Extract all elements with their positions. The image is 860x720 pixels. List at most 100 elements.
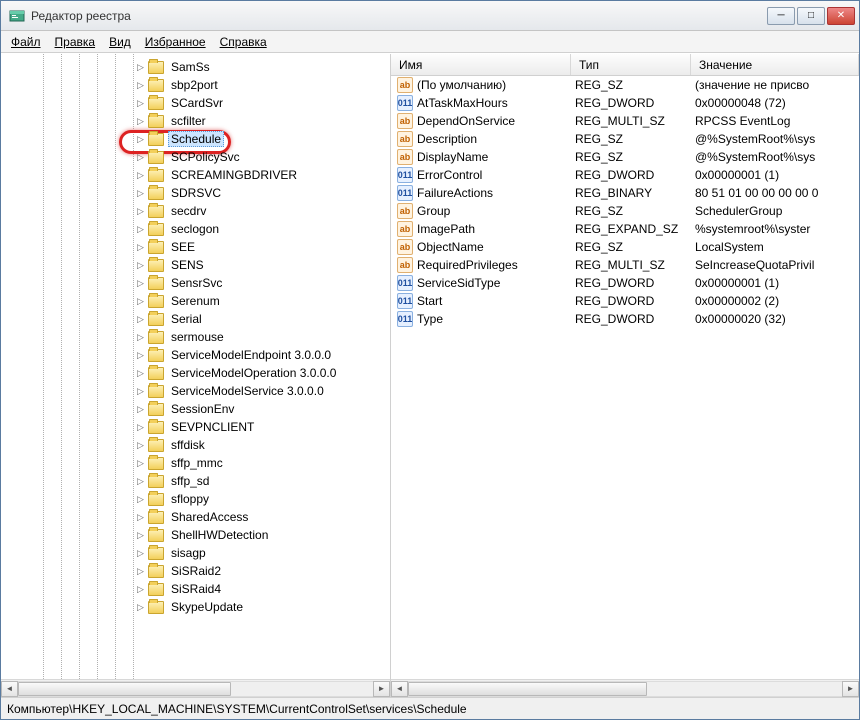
value-row[interactable]: abImagePathREG_EXPAND_SZ%systemroot%\sys…	[391, 220, 859, 238]
tree-item[interactable]: ▷sisagp	[5, 544, 390, 562]
titlebar[interactable]: Редактор реестра ─ □ ✕	[1, 1, 859, 31]
expander-icon[interactable]: ▷	[135, 494, 146, 505]
expander-icon[interactable]: ▷	[135, 332, 146, 343]
tree-item[interactable]: ▷sffp_mmc	[5, 454, 390, 472]
tree-item[interactable]: ▷sffdisk	[5, 436, 390, 454]
expander-icon[interactable]: ▷	[135, 368, 146, 379]
tree-item[interactable]: ▷SharedAccess	[5, 508, 390, 526]
menu-help[interactable]: Справка	[214, 33, 273, 51]
close-button[interactable]: ✕	[827, 7, 855, 25]
value-row[interactable]: 011StartREG_DWORD0x00000002 (2)	[391, 292, 859, 310]
expander-icon[interactable]: ▷	[135, 386, 146, 397]
value-row[interactable]: abObjectNameREG_SZLocalSystem	[391, 238, 859, 256]
tree-item[interactable]: ▷SCPolicySvc	[5, 148, 390, 166]
tree-item[interactable]: ▷SCREAMINGBDRIVER	[5, 166, 390, 184]
expander-icon[interactable]: ▷	[135, 80, 146, 91]
tree-item[interactable]: ▷SEVPNCLIENT	[5, 418, 390, 436]
expander-icon[interactable]: ▷	[135, 224, 146, 235]
menu-favorites[interactable]: Избранное	[139, 33, 212, 51]
tree-item[interactable]: ▷sfloppy	[5, 490, 390, 508]
value-data: SeIncreaseQuotaPrivil	[695, 258, 859, 272]
tree-item[interactable]: ▷Schedule	[5, 130, 390, 148]
expander-icon[interactable]: ▷	[135, 548, 146, 559]
scroll-track[interactable]	[18, 681, 373, 697]
expander-icon[interactable]: ▷	[135, 530, 146, 541]
value-row[interactable]: abGroupREG_SZSchedulerGroup	[391, 202, 859, 220]
tree-item[interactable]: ▷sbp2port	[5, 76, 390, 94]
menu-file[interactable]: Файл	[5, 33, 47, 51]
tree-item[interactable]: ▷SENS	[5, 256, 390, 274]
value-row[interactable]: abDisplayNameREG_SZ@%SystemRoot%\sys	[391, 148, 859, 166]
values-list[interactable]: ab(По умолчанию)REG_SZ(значение не присв…	[391, 76, 859, 679]
expander-icon[interactable]: ▷	[135, 260, 146, 271]
expander-icon[interactable]: ▷	[135, 566, 146, 577]
tree-hscrollbar[interactable]: ◄ ►	[1, 679, 390, 697]
minimize-button[interactable]: ─	[767, 7, 795, 25]
tree-item[interactable]: ▷ServiceModelEndpoint 3.0.0.0	[5, 346, 390, 364]
maximize-button[interactable]: □	[797, 7, 825, 25]
scroll-left-button[interactable]: ◄	[391, 681, 408, 697]
expander-icon[interactable]: ▷	[135, 170, 146, 181]
expander-icon[interactable]: ▷	[135, 152, 146, 163]
expander-icon[interactable]: ▷	[135, 62, 146, 73]
tree-item[interactable]: ▷SEE	[5, 238, 390, 256]
expander-icon[interactable]: ▷	[135, 602, 146, 613]
expander-icon[interactable]: ▷	[135, 512, 146, 523]
value-row[interactable]: 011AtTaskMaxHoursREG_DWORD0x00000048 (72…	[391, 94, 859, 112]
expander-icon[interactable]: ▷	[135, 188, 146, 199]
expander-icon[interactable]: ▷	[135, 584, 146, 595]
value-row[interactable]: abDescriptionREG_SZ@%SystemRoot%\sys	[391, 130, 859, 148]
tree-item[interactable]: ▷ServiceModelService 3.0.0.0	[5, 382, 390, 400]
expander-icon[interactable]: ▷	[135, 242, 146, 253]
header-value[interactable]: Значение	[691, 54, 859, 75]
tree-item[interactable]: ▷seclogon	[5, 220, 390, 238]
expander-icon[interactable]: ▷	[135, 350, 146, 361]
header-name[interactable]: Имя	[391, 54, 571, 75]
expander-icon[interactable]: ▷	[135, 98, 146, 109]
expander-icon[interactable]: ▷	[135, 422, 146, 433]
value-row[interactable]: abDependOnServiceREG_MULTI_SZRPCSS Event…	[391, 112, 859, 130]
menu-view[interactable]: Вид	[103, 33, 137, 51]
registry-tree[interactable]: ▷SamSs▷sbp2port▷SCardSvr▷scfilter▷Schedu…	[1, 54, 390, 679]
tree-item[interactable]: ▷SDRSVC	[5, 184, 390, 202]
expander-icon[interactable]: ▷	[135, 206, 146, 217]
expander-icon[interactable]: ▷	[135, 116, 146, 127]
value-row[interactable]: abRequiredPrivilegesREG_MULTI_SZSeIncrea…	[391, 256, 859, 274]
tree-item[interactable]: ▷ SkypeUpdate	[5, 598, 390, 616]
tree-item[interactable]: ▷Serial	[5, 310, 390, 328]
tree-item[interactable]: ▷SessionEnv	[5, 400, 390, 418]
values-hscrollbar[interactable]: ◄ ►	[391, 679, 859, 697]
expander-icon[interactable]: ▷	[135, 404, 146, 415]
expander-icon[interactable]: ▷	[135, 476, 146, 487]
value-row[interactable]: 011TypeREG_DWORD0x00000020 (32)	[391, 310, 859, 328]
expander-icon[interactable]: ▷	[135, 278, 146, 289]
menu-edit[interactable]: Правка	[49, 33, 102, 51]
tree-item[interactable]: ▷sffp_sd	[5, 472, 390, 490]
tree-item[interactable]: ▷SiSRaid4	[5, 580, 390, 598]
header-type[interactable]: Тип	[571, 54, 691, 75]
tree-item[interactable]: ▷ShellHWDetection	[5, 526, 390, 544]
tree-item[interactable]: ▷SamSs	[5, 58, 390, 76]
tree-item-label: SkypeUpdate	[168, 599, 246, 615]
tree-item[interactable]: ▷ServiceModelOperation 3.0.0.0	[5, 364, 390, 382]
tree-item[interactable]: ▷SiSRaid2	[5, 562, 390, 580]
scroll-track[interactable]	[408, 681, 842, 697]
expander-icon[interactable]: ▷	[135, 314, 146, 325]
value-row[interactable]: 011FailureActionsREG_BINARY80 51 01 00 0…	[391, 184, 859, 202]
tree-item[interactable]: ▷sermouse	[5, 328, 390, 346]
tree-item[interactable]: ▷secdrv	[5, 202, 390, 220]
value-row[interactable]: ab(По умолчанию)REG_SZ(значение не присв…	[391, 76, 859, 94]
tree-item[interactable]: ▷Serenum	[5, 292, 390, 310]
expander-icon[interactable]: ▷	[135, 440, 146, 451]
expander-icon[interactable]: ▷	[135, 296, 146, 307]
value-row[interactable]: 011ErrorControlREG_DWORD0x00000001 (1)	[391, 166, 859, 184]
tree-item[interactable]: ▷SCardSvr	[5, 94, 390, 112]
expander-icon[interactable]: ▷	[135, 134, 146, 145]
expander-icon[interactable]: ▷	[135, 458, 146, 469]
tree-item[interactable]: ▷SensrSvc	[5, 274, 390, 292]
value-row[interactable]: 011ServiceSidTypeREG_DWORD0x00000001 (1)	[391, 274, 859, 292]
scroll-left-button[interactable]: ◄	[1, 681, 18, 697]
scroll-right-button[interactable]: ►	[842, 681, 859, 697]
scroll-right-button[interactable]: ►	[373, 681, 390, 697]
tree-item[interactable]: ▷scfilter	[5, 112, 390, 130]
